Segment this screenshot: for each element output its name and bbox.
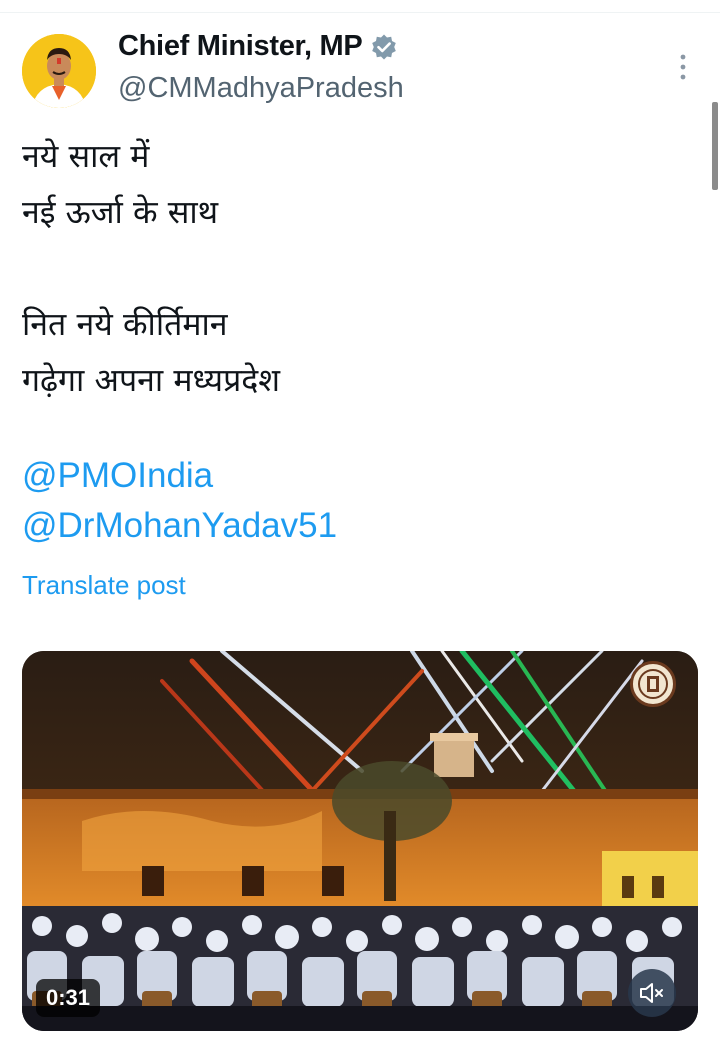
- video-duration: 0:31: [36, 979, 101, 1017]
- translate-post-link[interactable]: Translate post: [22, 570, 186, 601]
- post-text-line: नई ऊर्जा के साथ: [22, 193, 219, 231]
- mention-link-drmohanyadav51[interactable]: @DrMohanYadav51: [22, 506, 337, 546]
- post-text: नये साल में नई ऊर्जा के साथ नित नये कीर्…: [22, 128, 280, 408]
- author-name-row[interactable]: Chief Minister, MP: [118, 30, 398, 63]
- video-frame: [22, 651, 698, 1031]
- author-name[interactable]: Chief Minister, MP: [118, 30, 363, 63]
- post-text-line: नित नये कीर्तिमान: [22, 305, 228, 343]
- post-text-line: गढ़ेगा अपना मध्यप्रदेश: [22, 361, 281, 399]
- scrollbar[interactable]: [712, 102, 718, 190]
- video-player[interactable]: 0:31: [22, 651, 698, 1031]
- verified-badge-icon: [370, 33, 398, 61]
- post-text-line: [22, 240, 280, 296]
- more-vertical-icon[interactable]: [670, 52, 696, 82]
- speaker-muted-icon[interactable]: [628, 969, 676, 1017]
- government-emblem-icon: [630, 661, 676, 707]
- avatar-image: [22, 34, 96, 108]
- author-avatar[interactable]: [22, 34, 96, 108]
- top-divider: [0, 12, 720, 13]
- post-text-line: नये साल में: [22, 137, 150, 175]
- mention-link-pmoindia[interactable]: @PMOIndia: [22, 456, 213, 496]
- author-handle[interactable]: @CMMadhyaPradesh: [118, 72, 404, 105]
